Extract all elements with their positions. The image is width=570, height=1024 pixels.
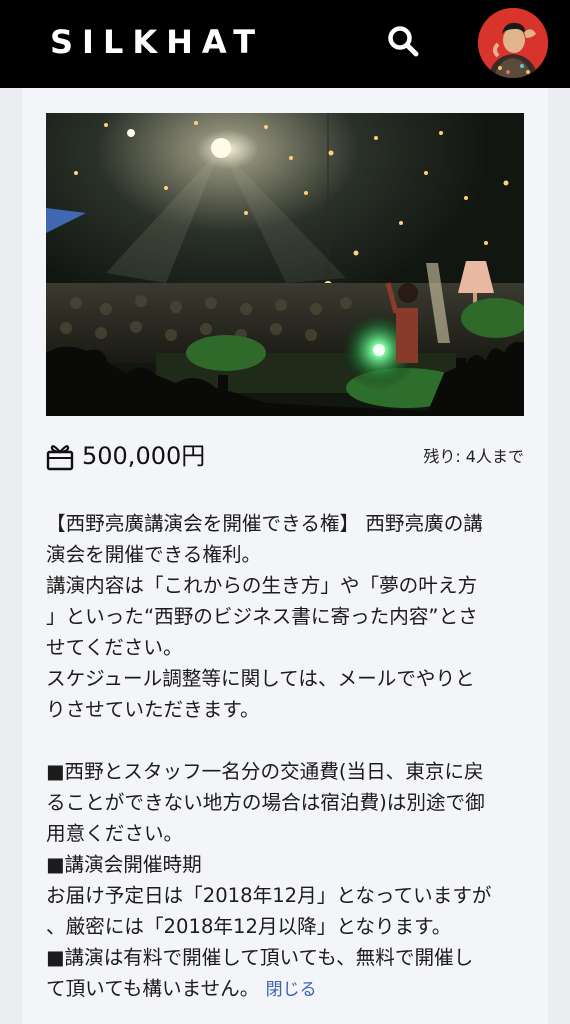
gift-icon (46, 445, 74, 471)
description-line: りさせていただきます。 (46, 698, 260, 721)
close-link[interactable]: 閉じる (266, 980, 317, 1000)
description-line: ■講演は有料で開催して頂いても、無料で開催し (46, 946, 474, 969)
silkhat-logo[interactable]: SILKHAT (50, 22, 264, 62)
description-line: 、厳密には「2018年12月以降」となります。 (46, 915, 452, 938)
description-line: ることができない地方の場合は宿泊費)は別途で御 (46, 791, 485, 814)
description-line: ■西野とスタッフ一名分の交通費(当日、東京に戻 (46, 760, 484, 783)
reward-photo (46, 113, 524, 416)
description-line: スケジュール調整等に関しては、メールでやりと (46, 667, 475, 690)
description-line: て頂いても構いません。 (46, 977, 260, 1000)
description-line: 演会を開催できる権利。 (46, 543, 262, 566)
description-line: ■講演会開催時期 (46, 853, 202, 876)
description-line: 」といった“西野のビジネス書に寄った内容”とさ (46, 605, 478, 628)
description-line: 講演内容は「これからの生き方」や「夢の叶え方 (46, 574, 478, 597)
remaining-count: 残り: 4人まで (423, 447, 524, 466)
description-last-line: て頂いても構いません。 閉じる (46, 973, 524, 1006)
search-icon (388, 26, 419, 57)
top-bar: SILKHAT (0, 0, 570, 88)
description-line: 【西野亮廣講演会を開催できる権】 西野亮廣の講 (46, 512, 483, 535)
description-line: 用意ください。 (46, 822, 184, 845)
description-blank-line (46, 725, 524, 756)
user-avatar[interactable] (478, 8, 548, 78)
search-button[interactable] (386, 24, 422, 60)
price-row: 500,000円 残り: 4人まで (46, 438, 524, 478)
description-line: お届け予定日は「2018年12月」となっていますが (46, 884, 492, 907)
reward-card: 500,000円 残り: 4人まで 【西野亮廣講演会を開催できる権】 西野亮廣の… (22, 88, 548, 1024)
reward-price: 500,000円 (82, 442, 206, 470)
concert-stage-image (46, 113, 524, 416)
description-line: せてください。 (46, 636, 183, 659)
reward-description: 【西野亮廣講演会を開催できる権】 西野亮廣の講 演会を開催できる権利。 講演内容… (46, 508, 524, 1006)
avatar-photo (478, 8, 548, 78)
